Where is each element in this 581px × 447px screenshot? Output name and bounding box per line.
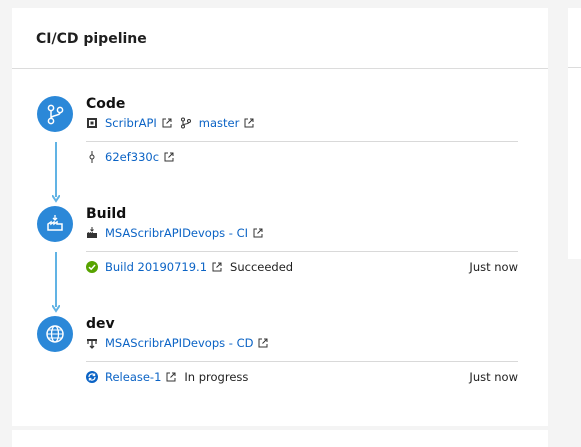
commit-icon — [86, 151, 98, 163]
commit-link[interactable]: 62ef330c — [105, 150, 159, 164]
external-link-icon[interactable] — [164, 152, 174, 162]
release-run-row: Release-1 In progress — [86, 370, 248, 384]
repo-link[interactable]: ScribrAPI — [105, 116, 157, 130]
build-pipeline-row: MSAScribrAPIDevops - CI — [86, 226, 271, 240]
build-run-row: Build 20190719.1 Succeeded — [86, 260, 293, 274]
build-icon — [37, 206, 73, 242]
build-status: Succeeded — [230, 260, 294, 274]
external-link-icon[interactable] — [253, 228, 263, 238]
external-link-icon[interactable] — [166, 372, 176, 382]
release-pipeline-icon — [86, 337, 98, 349]
build-run-link[interactable]: Build 20190719.1 — [105, 260, 207, 274]
globe-icon — [37, 316, 73, 352]
success-icon — [86, 261, 98, 273]
build-pipeline-link[interactable]: MSAScribrAPIDevops - CI — [105, 226, 248, 240]
external-link-icon[interactable] — [244, 118, 254, 128]
stage-connector — [52, 142, 60, 204]
code-divider — [86, 141, 518, 142]
in-progress-icon — [86, 371, 98, 383]
build-divider — [86, 251, 518, 252]
release-pipeline-link[interactable]: MSAScribrAPIDevops - CD — [105, 336, 253, 350]
pipeline-card: CI/CD pipeline Code ScribrAPI master 62e… — [12, 8, 548, 426]
release-pipeline-row: MSAScribrAPIDevops - CD — [86, 336, 276, 350]
external-link-icon[interactable] — [212, 262, 222, 272]
dev-divider — [86, 361, 518, 362]
stage-name-build: Build — [86, 206, 127, 222]
next-card — [12, 430, 548, 447]
git-branch-icon — [37, 96, 73, 132]
release-time: Just now — [469, 370, 518, 384]
branch-link[interactable]: master — [199, 116, 240, 130]
build-time: Just now — [469, 260, 518, 274]
header-divider — [12, 68, 548, 69]
release-status: In progress — [184, 370, 249, 384]
external-link-icon[interactable] — [162, 118, 172, 128]
stage-connector — [52, 252, 60, 314]
build-pipeline-icon — [86, 227, 98, 239]
stage-name-dev: dev — [86, 316, 115, 332]
release-run-link[interactable]: Release-1 — [105, 370, 161, 384]
card-title: CI/CD pipeline — [36, 31, 147, 47]
side-card — [568, 8, 581, 259]
stage-name-code: Code — [86, 96, 126, 112]
repo-icon — [86, 117, 98, 129]
code-source-row: ScribrAPI master — [86, 116, 262, 130]
external-link-icon[interactable] — [258, 338, 268, 348]
branch-icon — [180, 117, 192, 129]
commit-row: 62ef330c — [86, 150, 182, 164]
